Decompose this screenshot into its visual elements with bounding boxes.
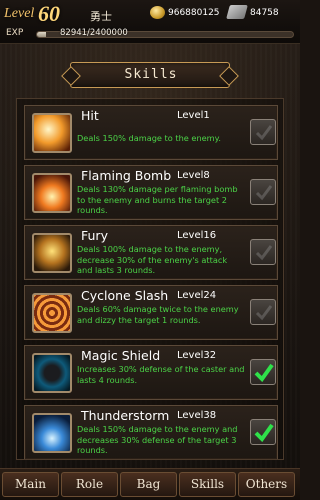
page-title: Skills	[124, 67, 178, 82]
skill-card-magic-shield: Magic Shield Level32 Increases 30% defen…	[24, 345, 278, 400]
gem-icon	[226, 5, 248, 19]
tab-main[interactable]: Main	[2, 472, 59, 497]
gold-coin-icon	[150, 6, 165, 19]
skill-checkbox[interactable]	[250, 179, 276, 205]
skill-level: Level38	[177, 410, 217, 421]
magic-shield-icon	[32, 353, 72, 393]
skill-card-flaming-bomb: Flaming Bomb Level8 Deals 130% damage pe…	[24, 165, 278, 220]
skill-description: Deals 150% damage to the enemy.	[77, 133, 221, 143]
skill-card-cyclone-slash: Cyclone Slash Level24 Deals 60% damage t…	[24, 285, 278, 340]
skill-description: Deals 60% damage twice to the enemy and …	[77, 304, 239, 325]
skill-name: Fury	[81, 228, 108, 243]
check-icon	[255, 185, 273, 201]
skill-description: Deals 130% damage per flaming bomb to th…	[77, 184, 238, 215]
tab-others[interactable]: Others	[238, 472, 295, 497]
skill-level: Level24	[177, 290, 217, 301]
skill-name: Hit	[81, 108, 99, 123]
check-icon	[254, 423, 274, 442]
tab-bag[interactable]: Bag	[120, 472, 177, 497]
flaming-bomb-icon	[32, 173, 72, 213]
thunderstorm-icon	[32, 413, 72, 453]
skill-card-fury: Fury Level16 Deals 100% damage to the en…	[24, 225, 278, 280]
skill-card-thunderstorm: Thunderstorm Level38 Deals 150% damage t…	[24, 405, 278, 459]
skills-header-banner: Skills	[70, 62, 230, 88]
level-value: 60	[38, 1, 60, 26]
skill-description: Increases 30% defense of the caster and …	[77, 364, 245, 385]
skill-checkbox[interactable]	[250, 239, 276, 265]
skill-checkbox[interactable]	[250, 359, 276, 385]
skill-checkbox[interactable]	[250, 299, 276, 325]
status-bar: Level 60 勇士 966880125 84758 EXP 82941/24…	[0, 0, 300, 44]
exp-progress-fill	[37, 32, 46, 37]
check-icon	[255, 305, 273, 321]
cyclone-slash-icon	[32, 293, 72, 333]
check-icon	[254, 363, 274, 382]
skill-level: Level1	[177, 110, 210, 121]
gem-amount: 84758	[250, 8, 279, 18]
level-label: Level	[4, 6, 35, 21]
skill-checkbox[interactable]	[250, 419, 276, 445]
skill-name: Flaming Bomb	[81, 168, 172, 183]
skill-name: Magic Shield	[81, 348, 161, 363]
skill-level: Level8	[177, 170, 210, 181]
skill-level: Level16	[177, 230, 217, 241]
player-title: 勇士	[90, 10, 112, 23]
skill-card-hit: Hit Level1 Deals 150% damage to the enem…	[24, 105, 278, 160]
exp-value: 82941/2400000	[60, 28, 128, 38]
skill-level: Level32	[177, 350, 217, 361]
skill-description: Deals 150% damage to the enemy and decre…	[77, 424, 238, 455]
skill-checkbox[interactable]	[250, 119, 276, 145]
fury-icon	[32, 233, 72, 273]
skill-name: Thunderstorm	[81, 408, 170, 423]
exp-label: EXP	[6, 28, 24, 38]
skill-list[interactable]: Hit Level1 Deals 150% damage to the enem…	[16, 98, 284, 460]
skill-description: Deals 100% damage to the enemy, decrease…	[77, 244, 228, 275]
hit-slash-icon	[32, 113, 72, 153]
check-icon	[255, 245, 273, 261]
bottom-tab-bar: Main Role Bag Skills Others	[0, 468, 300, 500]
tab-role[interactable]: Role	[61, 472, 118, 497]
tab-skills[interactable]: Skills	[179, 472, 236, 497]
gold-amount: 966880125	[168, 8, 220, 18]
skill-name: Cyclone Slash	[81, 288, 169, 303]
check-icon	[255, 125, 273, 141]
